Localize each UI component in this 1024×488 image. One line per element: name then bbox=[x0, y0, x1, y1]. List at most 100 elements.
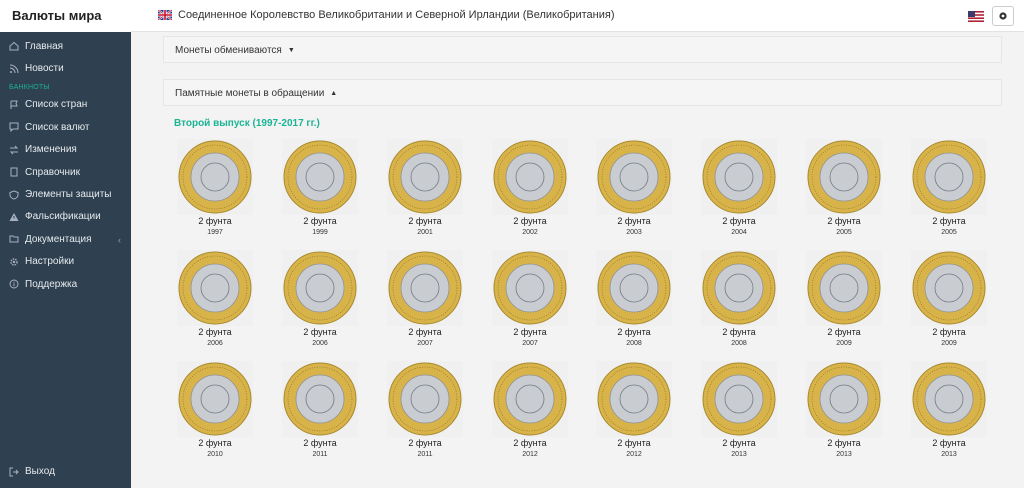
nav-logout[interactable]: Выход bbox=[0, 461, 131, 483]
nav-currency-list-label: Список валют bbox=[25, 121, 90, 133]
coin-denomination: 2 фунта bbox=[827, 327, 861, 337]
coin-denomination: 2 фунта bbox=[513, 438, 547, 448]
nav-support[interactable]: Поддержка bbox=[0, 273, 131, 295]
nav-home[interactable]: Главная bbox=[0, 35, 131, 57]
coin-card[interactable]: 2 фунта 2012 bbox=[492, 361, 568, 460]
coin-image bbox=[492, 139, 568, 215]
nav-documentation[interactable]: Документация ‹ bbox=[0, 228, 131, 250]
nav-documentation-label: Документация bbox=[25, 233, 92, 245]
coin-year: 2012 bbox=[522, 451, 538, 458]
coin-card[interactable]: 2 фунта 2008 bbox=[596, 250, 672, 349]
coin-card[interactable]: 2 фунта 2010 bbox=[177, 361, 253, 460]
coin-denomination: 2 фунта bbox=[198, 327, 232, 337]
folder-icon bbox=[9, 234, 19, 244]
nav-reference[interactable]: Справочник bbox=[0, 161, 131, 183]
nav-counterfeits-label: Фальсификации bbox=[25, 211, 101, 223]
coin-image bbox=[911, 250, 987, 326]
chevron-left-icon: ‹ bbox=[118, 235, 121, 246]
coin-image bbox=[177, 139, 253, 215]
coin-card[interactable]: 2 фунта 2011 bbox=[387, 361, 463, 460]
coin-image bbox=[387, 361, 463, 437]
coin-card[interactable]: 2 фунта 2009 bbox=[911, 250, 987, 349]
coin-card[interactable]: 2 фунта 1999 bbox=[282, 139, 358, 238]
panel-commemorative-title: Памятные монеты в обращении bbox=[175, 88, 325, 99]
nav-changes[interactable]: Изменения bbox=[0, 139, 131, 161]
coin-image bbox=[177, 250, 253, 326]
coin-denomination: 2 фунта bbox=[198, 216, 232, 226]
coin-image bbox=[282, 250, 358, 326]
coin-year: 2008 bbox=[731, 340, 747, 347]
us-flag-icon[interactable] bbox=[968, 10, 984, 22]
coin-year: 2007 bbox=[417, 340, 433, 347]
nav-currency-list[interactable]: Список валют bbox=[0, 116, 131, 138]
coin-denomination: 2 фунта bbox=[722, 216, 756, 226]
app-brand[interactable]: Валюты мира bbox=[0, 0, 131, 32]
top-header: Валюты мира Соединенное Королевство Вели… bbox=[0, 0, 1024, 32]
coin-year: 1997 bbox=[207, 229, 223, 236]
nav-country-list[interactable]: Список стран bbox=[0, 94, 131, 116]
coin-denomination: 2 фунта bbox=[827, 216, 861, 226]
coin-year: 2013 bbox=[941, 451, 957, 458]
nav-news[interactable]: Новости bbox=[0, 57, 131, 79]
coin-card[interactable]: 2 фунта 2001 bbox=[387, 139, 463, 238]
coin-denomination: 2 фунта bbox=[303, 216, 337, 226]
nav-home-label: Главная bbox=[25, 40, 64, 52]
coin-denomination: 2 фунта bbox=[722, 438, 756, 448]
coin-denomination: 2 фунта bbox=[827, 438, 861, 448]
coin-year: 2013 bbox=[836, 451, 852, 458]
coin-card[interactable]: 2 фунта 2004 bbox=[701, 139, 777, 238]
record-button[interactable] bbox=[992, 6, 1014, 26]
header-actions bbox=[968, 6, 1014, 26]
coin-year: 2005 bbox=[836, 229, 852, 236]
coin-image bbox=[177, 361, 253, 437]
coin-card[interactable]: 2 фунта 2005 bbox=[806, 139, 882, 238]
panel-commemorative-header[interactable]: Памятные монеты в обращении ▲ bbox=[163, 79, 1002, 106]
coin-card[interactable]: 2 фунта 2011 bbox=[282, 361, 358, 460]
panel-exchanged: Монеты обмениваются ▼ bbox=[163, 36, 1002, 63]
coin-denomination: 2 фунта bbox=[617, 327, 651, 337]
coin-card[interactable]: 2 фунта 2006 bbox=[282, 250, 358, 349]
exchange-icon bbox=[9, 145, 19, 155]
nav-settings-label: Настройки bbox=[25, 256, 75, 268]
coin-denomination: 2 фунта bbox=[617, 216, 651, 226]
coin-card[interactable]: 2 фунта 2013 bbox=[806, 361, 882, 460]
coin-year: 2008 bbox=[626, 340, 642, 347]
nav-support-label: Поддержка bbox=[25, 278, 78, 290]
nav-counterfeits[interactable]: Фальсификации bbox=[0, 206, 131, 228]
coin-card[interactable]: 2 фунта 2008 bbox=[701, 250, 777, 349]
coin-denomination: 2 фунта bbox=[198, 438, 232, 448]
coin-denomination: 2 фунта bbox=[932, 438, 966, 448]
coin-year: 2009 bbox=[836, 340, 852, 347]
coin-card[interactable]: 2 фунта 2012 bbox=[596, 361, 672, 460]
sidebar-section-banknotes: БАНКНОТЫ bbox=[9, 83, 50, 91]
coin-year: 1999 bbox=[312, 229, 328, 236]
coin-card[interactable]: 2 фунта 2009 bbox=[806, 250, 882, 349]
panel-exchanged-title: Монеты обмениваются bbox=[175, 45, 282, 56]
nav-security-features[interactable]: Элементы защиты bbox=[0, 183, 131, 205]
coin-year: 2004 bbox=[731, 229, 747, 236]
coin-card[interactable]: 2 фунта 2007 bbox=[387, 250, 463, 349]
coin-card[interactable]: 2 фунта 2003 bbox=[596, 139, 672, 238]
coin-image bbox=[806, 361, 882, 437]
book-icon bbox=[9, 167, 19, 177]
coin-card[interactable]: 2 фунта 1997 bbox=[177, 139, 253, 238]
coin-image bbox=[387, 139, 463, 215]
info-icon bbox=[9, 279, 19, 289]
warning-icon bbox=[9, 212, 19, 222]
coin-year: 2006 bbox=[207, 340, 223, 347]
coin-card[interactable]: 2 фунта 2007 bbox=[492, 250, 568, 349]
coin-image bbox=[492, 250, 568, 326]
nav-news-label: Новости bbox=[25, 63, 64, 75]
record-icon bbox=[999, 12, 1007, 20]
sidebar: Главная Новости БАНКНОТЫ Список стран Сп… bbox=[0, 32, 131, 488]
nav-settings[interactable]: Настройки bbox=[0, 251, 131, 273]
coin-card[interactable]: 2 фунта 2013 bbox=[911, 361, 987, 460]
coin-image bbox=[282, 361, 358, 437]
coin-card[interactable]: 2 фунта 2002 bbox=[492, 139, 568, 238]
panel-exchanged-header[interactable]: Монеты обмениваются ▼ bbox=[163, 36, 1002, 63]
coin-card[interactable]: 2 фунта 2006 bbox=[177, 250, 253, 349]
coin-card[interactable]: 2 фунта 2005 bbox=[911, 139, 987, 238]
shield-icon bbox=[9, 189, 19, 200]
coin-card[interactable]: 2 фунта 2013 bbox=[701, 361, 777, 460]
coin-year: 2007 bbox=[522, 340, 538, 347]
